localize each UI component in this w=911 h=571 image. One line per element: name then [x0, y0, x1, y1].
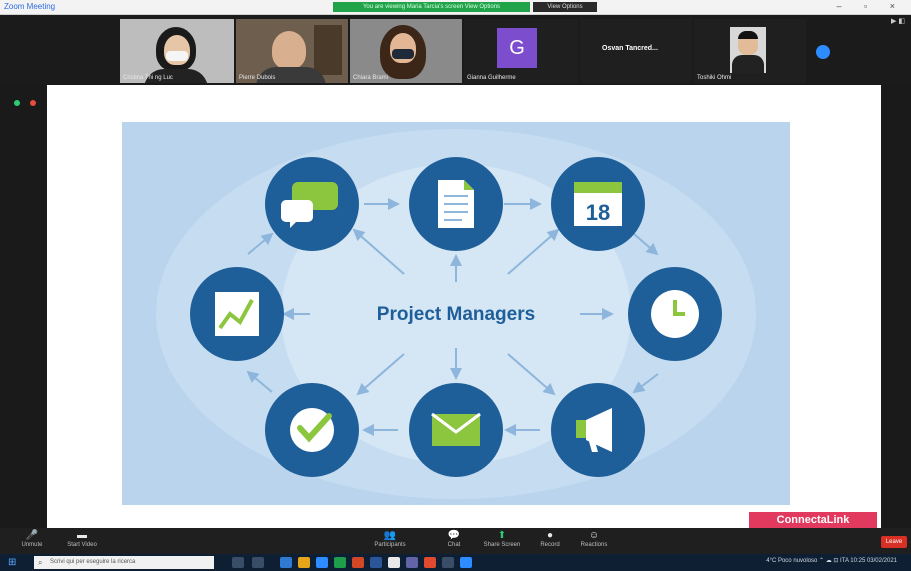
participant-name: Chiara Brami	[353, 75, 389, 81]
participant-strip: Cristina Thi ng Luc Pierre Dubois Chiara…	[0, 15, 911, 83]
search-icon: ⌕	[38, 558, 43, 567]
chat-button[interactable]: 💬 Chat	[432, 530, 476, 548]
project-managers-diagram: 18 Project Managers	[156, 129, 756, 499]
participant-tile[interactable]: Osvan Tancred...	[580, 19, 692, 83]
face-mask	[392, 49, 414, 59]
participant-name: Pierre Dubois	[239, 75, 276, 81]
participant-name-display: Osvan Tancred...	[602, 45, 658, 52]
edge-icon[interactable]	[280, 557, 292, 568]
screen-share-banner: You are viewing Maria Tarcia's screen Vi…	[333, 2, 530, 12]
slide-center-title: Project Managers	[377, 304, 535, 325]
participant-tile[interactable]: Cristina Thi ng Luc	[120, 19, 234, 83]
face-mask	[166, 51, 188, 61]
microphone-icon: 🎤	[25, 530, 39, 541]
chat-bubbles-icon	[265, 157, 359, 251]
system-tray[interactable]: 4°C Poco nuvoloso ⌃ ☁ ⊡ ITA 10:25 03/02/…	[766, 557, 897, 564]
participants-button[interactable]: 👥 Participants	[368, 530, 412, 548]
clock-icon	[628, 267, 722, 361]
window-controls[interactable]: – ▫ ×	[837, 1, 905, 11]
camera-icon: ▬	[77, 530, 87, 541]
calendar-day: 18	[586, 200, 610, 225]
meeting-toolbar: 🎤 Unmute ▬ Start Video 👥 Participants 💬 Chat…	[0, 528, 911, 554]
app-title: Zoom Meeting	[4, 2, 56, 11]
chat-icon: 💬	[447, 530, 461, 541]
calendar-icon: 18	[551, 157, 645, 251]
envelope-icon	[409, 383, 503, 477]
teams-icon[interactable]	[406, 557, 418, 568]
app-icon[interactable]	[460, 557, 472, 568]
app-icon[interactable]	[424, 557, 436, 568]
participants-icon: 👥	[383, 530, 397, 541]
recording-indicators	[14, 93, 46, 111]
record-icon: ●	[546, 530, 554, 541]
share-screen-icon: ⬆	[497, 530, 507, 541]
leave-meeting-button[interactable]: Leave	[881, 536, 907, 548]
record-button[interactable]: ● Record	[528, 530, 572, 548]
participant-name: Toshiki Ohmi	[697, 75, 732, 81]
title-bar: Zoom Meeting You are viewing Maria Tarci…	[0, 0, 911, 15]
os-taskbar: ⊞ ⌕ Scrivi qui per eseguire la ricerca 4°…	[0, 554, 911, 571]
red-indicator-icon	[30, 100, 36, 106]
document-icon	[409, 157, 503, 251]
megaphone-icon	[551, 383, 645, 477]
zoom-taskbar-icon[interactable]	[316, 557, 328, 568]
chrome-icon[interactable]	[388, 557, 400, 568]
chart-icon	[190, 267, 284, 361]
excel-icon[interactable]	[334, 557, 346, 568]
participant-face	[272, 31, 306, 69]
checkmark-icon	[265, 383, 359, 477]
shared-screen: 18 Project Managers	[47, 85, 881, 528]
word-icon[interactable]	[370, 557, 382, 568]
participant-tile[interactable]: Chiara Brami	[350, 19, 462, 83]
green-indicator-icon	[14, 100, 20, 106]
app-icon[interactable]	[442, 557, 454, 568]
participant-avatar: G	[497, 28, 537, 68]
file-explorer-icon[interactable]	[298, 557, 310, 568]
reactions-button[interactable]: ☺ Reactions	[572, 530, 616, 548]
status-indicator-icon[interactable]	[816, 45, 830, 59]
reactions-icon: ☺	[588, 530, 600, 541]
unmute-button[interactable]: 🎤 Unmute	[10, 530, 54, 548]
start-video-button[interactable]: ▬ Start Video	[60, 530, 104, 548]
participant-name: Gianna Guilherme	[467, 75, 516, 81]
participant-tile[interactable]: Pierre Dubois	[236, 19, 348, 83]
taskbar-search[interactable]: ⌕ Scrivi qui per eseguire la ricerca	[34, 556, 214, 569]
participant-tile[interactable]: Toshiki Ohmi	[694, 19, 806, 83]
participant-name: Cristina Thi ng Luc	[123, 75, 173, 81]
powerpoint-icon[interactable]	[352, 557, 364, 568]
view-options-button[interactable]: View Options	[533, 2, 597, 12]
participant-tile[interactable]: G Gianna Guilherme	[464, 19, 578, 83]
task-view-icon[interactable]	[232, 557, 244, 568]
slide-graphic: 18 Project Managers	[122, 122, 790, 505]
windows-start-icon[interactable]: ⊞	[8, 557, 19, 568]
hide-self-view-button[interactable]: ▶ ◧	[891, 17, 905, 25]
brand-logo: ConnectaLink	[749, 512, 877, 528]
share-screen-button[interactable]: ⬆ Share Screen	[480, 530, 524, 548]
widgets-icon[interactable]	[252, 557, 264, 568]
